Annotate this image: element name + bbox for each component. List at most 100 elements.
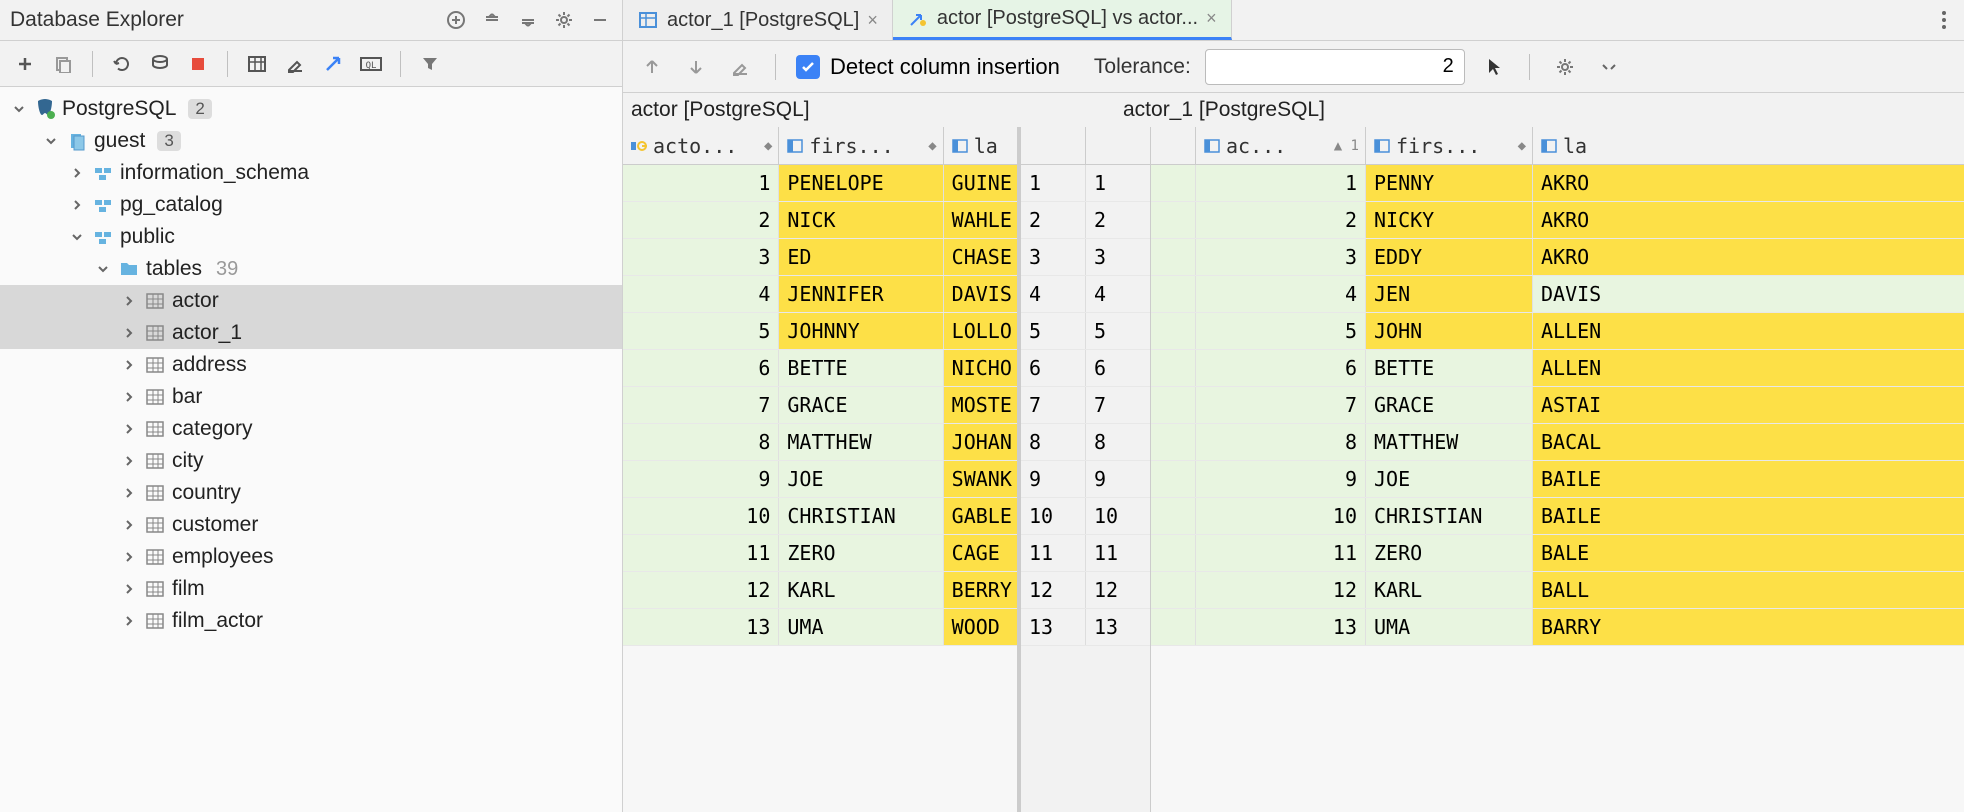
tree-node-table[interactable]: actor [0, 285, 622, 317]
cell-lastname[interactable]: SWANK [944, 461, 1017, 497]
cell-blank[interactable] [1151, 424, 1196, 460]
cell-firstname[interactable]: ED [779, 239, 943, 275]
cell-id[interactable]: 9 [623, 461, 779, 497]
tolerance-input[interactable] [1205, 49, 1465, 85]
cell-lastname[interactable]: GUINE [944, 165, 1017, 201]
table-row[interactable]: 9 JOE BAILE [1151, 461, 1964, 498]
table-row[interactable]: 9 JOE SWANK [623, 461, 1017, 498]
tree-node-tables-folder[interactable]: tables 39 [0, 253, 622, 285]
cell-firstname[interactable]: GRACE [779, 387, 943, 423]
table-row[interactable]: 4 JENNIFER DAVIS [623, 276, 1017, 313]
cell-lastname[interactable]: AKRO [1533, 202, 1964, 238]
table-row[interactable]: 2 NICKY AKRO [1151, 202, 1964, 239]
column-header[interactable]: firs... ◆ [779, 127, 943, 164]
column-header[interactable]: firs... ◆ [1366, 127, 1533, 164]
cell-id[interactable]: 5 [623, 313, 779, 349]
cell-lastname[interactable]: WAHLE [944, 202, 1017, 238]
cell-lastname[interactable]: CAGE [944, 535, 1017, 571]
refresh-icon[interactable] [107, 49, 137, 79]
column-header[interactable]: ac... ▲ 1 [1196, 127, 1366, 164]
column-header[interactable] [1151, 127, 1196, 164]
cell-id[interactable]: 6 [623, 350, 779, 386]
cell-lastname[interactable]: ASTAI [1533, 387, 1964, 423]
cell-firstname[interactable]: UMA [1366, 609, 1533, 645]
cell-id[interactable]: 3 [1196, 239, 1366, 275]
add-datasource-icon[interactable] [444, 8, 468, 32]
cell-firstname[interactable]: JENNIFER [779, 276, 943, 312]
filter-icon[interactable] [415, 49, 445, 79]
cell-lastname[interactable]: NICHO [944, 350, 1017, 386]
cell-lastname[interactable]: AKRO [1533, 239, 1964, 275]
cell-id[interactable]: 5 [1196, 313, 1366, 349]
cell-id[interactable]: 12 [623, 572, 779, 608]
cell-firstname[interactable]: JOE [1366, 461, 1533, 497]
tree-node-table[interactable]: film [0, 573, 622, 605]
cell-lastname[interactable]: BERRY [944, 572, 1017, 608]
chevron-down-icon[interactable] [42, 132, 60, 150]
table-row[interactable]: 6 BETTE NICHO [623, 350, 1017, 387]
data-rows[interactable]: 1 PENELOPE GUINE 2 NICK WAHLE 3 ED CHASE… [623, 165, 1017, 812]
cell-id[interactable]: 8 [1196, 424, 1366, 460]
column-header[interactable]: acto... ◆ [623, 127, 779, 164]
column-header[interactable]: la [1533, 127, 1964, 164]
cell-lastname[interactable]: JOHAN [944, 424, 1017, 460]
chevron-right-icon[interactable] [120, 356, 138, 374]
tree-node-table[interactable]: film_actor [0, 605, 622, 637]
edit-icon[interactable] [280, 49, 310, 79]
gear-icon[interactable] [1550, 52, 1580, 82]
cell-blank[interactable] [1151, 313, 1196, 349]
cell-firstname[interactable]: MATTHEW [779, 424, 943, 460]
table-row[interactable]: 1 PENELOPE GUINE [623, 165, 1017, 202]
cell-blank[interactable] [1151, 276, 1196, 312]
table-row[interactable]: 11 ZERO CAGE [623, 535, 1017, 572]
cell-id[interactable]: 3 [623, 239, 779, 275]
cell-blank[interactable] [1151, 165, 1196, 201]
table-row[interactable]: 3 EDDY AKRO [1151, 239, 1964, 276]
prev-diff-icon[interactable] [637, 52, 667, 82]
tree-node-table[interactable]: customer [0, 509, 622, 541]
more-icon[interactable] [1594, 52, 1624, 82]
chevron-right-icon[interactable] [120, 420, 138, 438]
table-row[interactable]: 10 CHRISTIAN BAILE [1151, 498, 1964, 535]
cell-firstname[interactable]: KARL [779, 572, 943, 608]
table-row[interactable]: 6 BETTE ALLEN [1151, 350, 1964, 387]
table-row[interactable]: 12 KARL BERRY [623, 572, 1017, 609]
cursor-icon[interactable] [1479, 52, 1509, 82]
collapse-all-icon[interactable] [480, 8, 504, 32]
cell-lastname[interactable]: BAILE [1533, 498, 1964, 534]
cell-firstname[interactable]: CHRISTIAN [779, 498, 943, 534]
cell-firstname[interactable]: JOHNNY [779, 313, 943, 349]
cell-firstname[interactable]: JOE [779, 461, 943, 497]
cell-firstname[interactable]: ZERO [779, 535, 943, 571]
filter-refresh-icon[interactable] [145, 49, 175, 79]
tree-node-schema[interactable]: pg_catalog [0, 189, 622, 221]
sql-icon[interactable]: QL [356, 49, 386, 79]
next-diff-icon[interactable] [681, 52, 711, 82]
cell-id[interactable]: 10 [1196, 498, 1366, 534]
table-row[interactable]: 13 UMA BARRY [1151, 609, 1964, 646]
cell-blank[interactable] [1151, 239, 1196, 275]
cell-firstname[interactable]: EDDY [1366, 239, 1533, 275]
cell-id[interactable]: 4 [1196, 276, 1366, 312]
table-row[interactable]: 1 PENNY AKRO [1151, 165, 1964, 202]
cell-id[interactable]: 6 [1196, 350, 1366, 386]
chevron-right-icon[interactable] [120, 292, 138, 310]
minimize-icon[interactable] [588, 8, 612, 32]
close-icon[interactable]: × [867, 10, 878, 31]
cell-firstname[interactable]: BETTE [1366, 350, 1533, 386]
tab-actor1[interactable]: actor_1 [PostgreSQL] × [623, 0, 893, 40]
table-icon[interactable] [242, 49, 272, 79]
cell-blank[interactable] [1151, 535, 1196, 571]
cell-id[interactable]: 9 [1196, 461, 1366, 497]
cell-lastname[interactable]: BALL [1533, 572, 1964, 608]
chevron-down-icon[interactable] [94, 260, 112, 278]
cell-lastname[interactable]: BALE [1533, 535, 1964, 571]
cell-id[interactable]: 13 [623, 609, 779, 645]
chevron-right-icon[interactable] [120, 388, 138, 406]
close-icon[interactable]: × [1206, 8, 1217, 29]
chevron-right-icon[interactable] [120, 580, 138, 598]
column-header[interactable]: la [944, 127, 1017, 164]
table-row[interactable]: 11 ZERO BALE [1151, 535, 1964, 572]
tree-node-table[interactable]: category [0, 413, 622, 445]
database-tree[interactable]: PostgreSQL 2 guest 3 information_schema … [0, 87, 622, 812]
